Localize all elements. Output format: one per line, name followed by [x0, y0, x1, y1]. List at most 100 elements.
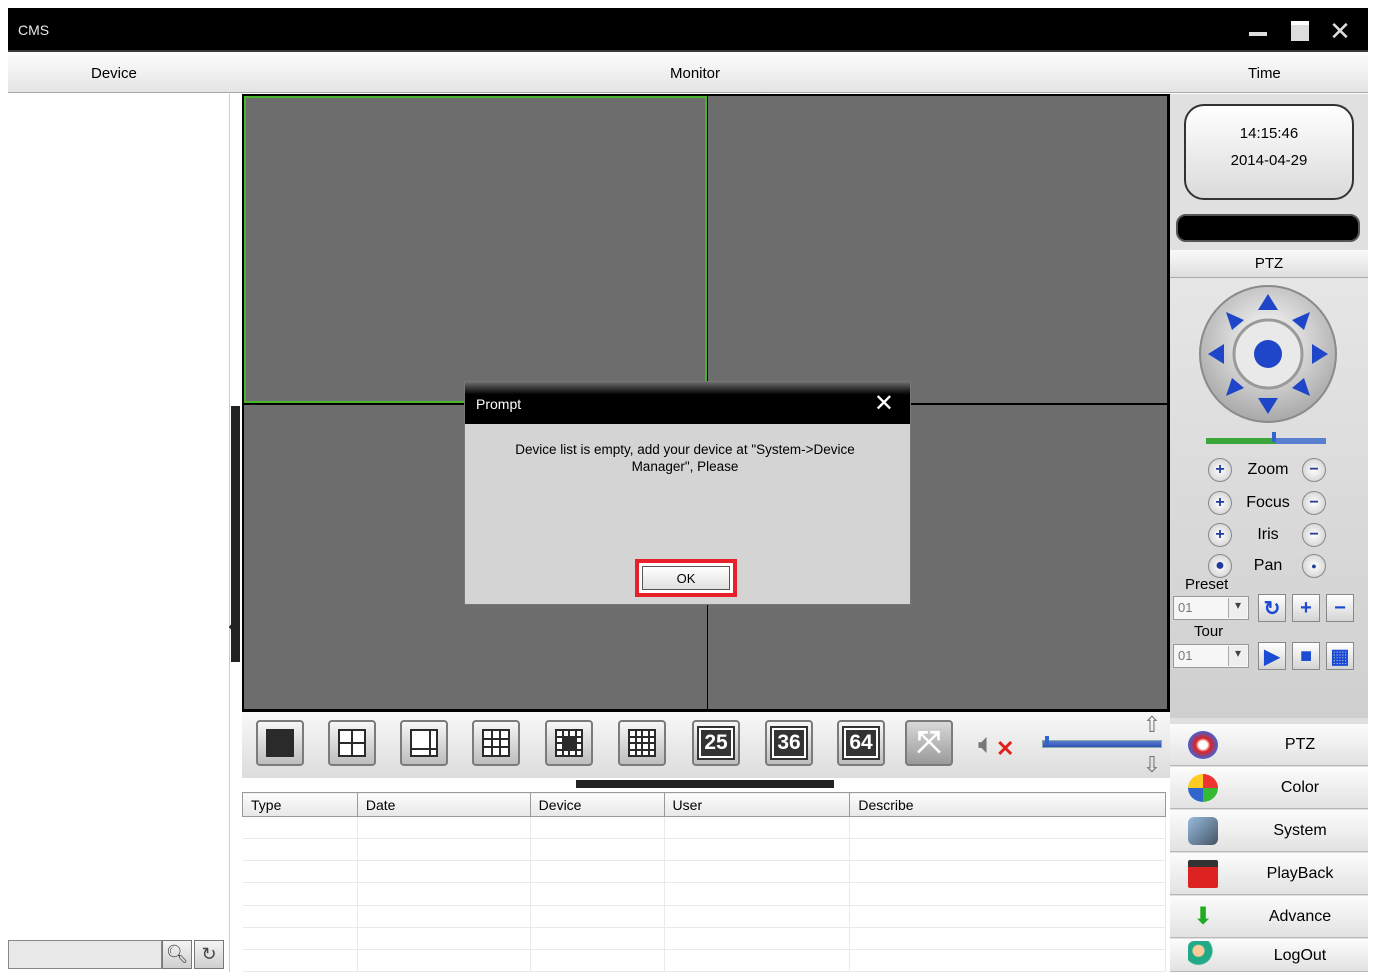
nav-color-button[interactable]: Color [1170, 767, 1368, 809]
layout-16-button[interactable] [618, 720, 666, 766]
scroll-down-icon[interactable]: ⇩ [1138, 752, 1166, 777]
panel-splitter[interactable]: ‹ [228, 94, 242, 972]
log-table[interactable]: Type Date Device User Describe [242, 792, 1166, 972]
layout-25-button[interactable]: 25 [692, 720, 740, 766]
video-cell-1[interactable] [244, 96, 707, 403]
clock-time: 14:15:46 [1239, 125, 1299, 142]
layout-25-label: 25 [697, 726, 735, 760]
scroll-up-icon[interactable]: ⇧ [1138, 712, 1166, 737]
nav-logout-label: LogOut [1273, 947, 1327, 964]
preset-select[interactable]: 01 [1173, 596, 1249, 620]
zoom-out-button[interactable]: − [1302, 458, 1326, 482]
table-row [242, 816, 1166, 840]
nav-ptz-label: PTZ [1284, 736, 1316, 753]
ptz-icon [1188, 731, 1218, 759]
nav-playback-button[interactable]: PlayBack [1170, 853, 1368, 895]
ok-button[interactable]: OK [642, 566, 730, 590]
fullscreen-icon: ⤧ [917, 726, 941, 759]
ptz-control-area: + Zoom − + Focus − + Iris − ● Pan ● Pres… [1170, 278, 1368, 718]
ptz-header: PTZ [1170, 250, 1368, 278]
layout-4-button[interactable] [328, 720, 376, 766]
right-panel: 14:15:46 2014-04-29 PTZ + Zoom − + Focus… [1170, 94, 1368, 972]
preset-goto-button[interactable]: ↻ [1258, 594, 1286, 622]
refresh-button[interactable]: ↻ [194, 940, 224, 969]
iris-control: + Iris − [1208, 521, 1358, 549]
fullscreen-button[interactable]: ⤧ [905, 720, 953, 766]
speaker-muted-icon: 🔈︎ [978, 728, 995, 759]
prompt-dialog-title: Prompt [476, 396, 522, 412]
layout-64-button[interactable]: 64 [837, 720, 885, 766]
nav-system-button[interactable]: System [1170, 810, 1368, 852]
collapse-arrow-icon[interactable]: ‹ [228, 610, 237, 641]
pan-start-button[interactable]: ● [1208, 554, 1232, 578]
iris-close-button[interactable]: − [1302, 523, 1326, 547]
zoom-in-button[interactable]: + [1208, 458, 1232, 482]
clock-date: 2014-04-29 [1230, 152, 1308, 169]
advance-icon: ⬇ [1192, 903, 1214, 930]
table-row [242, 927, 1166, 950]
log-splitter-handle[interactable] [576, 780, 834, 788]
layout-36-button[interactable]: 36 [765, 720, 813, 766]
plus-icon: + [1300, 596, 1312, 619]
table-row [242, 905, 1166, 928]
device-section-label: Device [91, 65, 137, 82]
col-device[interactable]: Device [529, 792, 665, 817]
layout-16-icon [628, 729, 656, 757]
grid-icon: ▦ [1330, 645, 1350, 668]
col-date[interactable]: Date [356, 792, 531, 817]
table-row [242, 838, 1166, 862]
layout-1-button[interactable] [256, 720, 304, 766]
preset-remove-button[interactable]: − [1326, 594, 1354, 622]
layout-4-icon [338, 729, 366, 757]
prompt-dialog: Prompt ✕ Device list is empty, add your … [464, 381, 911, 605]
nav-logout-button[interactable]: LogOut [1170, 939, 1368, 972]
layout-8-button[interactable] [400, 720, 448, 766]
nav-advance-button[interactable]: ⬇ Advance [1170, 896, 1368, 938]
col-describe[interactable]: Describe [849, 792, 1166, 817]
ptz-direction-pad[interactable] [1170, 278, 1368, 428]
nav-ptz-button[interactable]: PTZ [1170, 724, 1368, 766]
volume-slider[interactable] [1042, 736, 1162, 748]
prompt-message: Device list is empty, add your device at… [515, 442, 855, 474]
device-search-input[interactable] [8, 940, 162, 969]
mute-button[interactable]: 🔈︎ ✕ [978, 728, 1014, 761]
layout-1-icon [266, 729, 294, 757]
color-icon [1188, 774, 1218, 802]
pan-label: Pan [1253, 557, 1283, 574]
video-cell-2[interactable] [708, 96, 1167, 403]
table-row [242, 949, 1166, 972]
refresh-cycle-icon: ↻ [1263, 597, 1281, 620]
device-list-panel[interactable] [8, 94, 230, 972]
preset-add-button[interactable]: + [1292, 594, 1320, 622]
tour-select[interactable]: 01 [1173, 644, 1249, 668]
col-type[interactable]: Type [242, 792, 358, 817]
layout-8-icon [410, 729, 438, 757]
focus-out-button[interactable]: − [1302, 491, 1326, 515]
layout-9-icon [482, 729, 510, 757]
status-bar [1176, 214, 1360, 242]
maximize-button[interactable] [1286, 18, 1314, 44]
log-splitter[interactable] [242, 778, 1170, 790]
focus-control: + Focus − [1208, 489, 1358, 517]
minus-icon: − [1334, 596, 1346, 619]
minimize-button[interactable] [1244, 18, 1272, 44]
layout-toolbar: 25 36 64 ⤧ 🔈︎ ✕ ⇧ ⇩ [242, 712, 1170, 778]
layout-9-button[interactable] [472, 720, 520, 766]
play-icon: ▶ [1264, 645, 1280, 668]
tour-grid-button[interactable]: ▦ [1326, 642, 1354, 670]
tour-stop-button[interactable]: ■ [1292, 642, 1320, 670]
search-button[interactable]: 🔍︎ [162, 940, 192, 969]
preset-label: Preset [1185, 576, 1229, 593]
focus-in-button[interactable]: + [1208, 491, 1232, 515]
close-window-button[interactable]: ✕ [1326, 18, 1354, 44]
col-user[interactable]: User [663, 792, 851, 817]
search-icon: 🔍︎ [165, 944, 189, 964]
nav-system-label: System [1273, 822, 1327, 839]
layout-64-label: 64 [842, 726, 880, 760]
tour-play-button[interactable]: ▶ [1258, 642, 1286, 670]
pan-stop-button[interactable]: ● [1302, 554, 1326, 578]
layout-13-button[interactable] [545, 720, 593, 766]
ptz-speed-slider[interactable] [1206, 432, 1326, 444]
iris-open-button[interactable]: + [1208, 523, 1232, 547]
close-icon[interactable]: ✕ [874, 392, 894, 416]
